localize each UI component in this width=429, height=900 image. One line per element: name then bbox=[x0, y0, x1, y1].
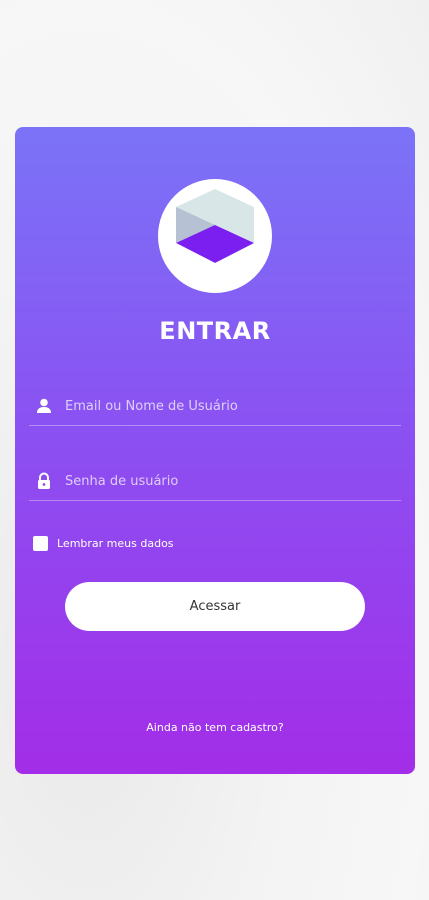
lock-icon bbox=[38, 472, 50, 489]
cube-logo-icon bbox=[176, 189, 254, 281]
page-title: ENTRAR bbox=[159, 317, 271, 345]
username-input[interactable] bbox=[65, 393, 385, 419]
remember-label: Lembrar meus dados bbox=[57, 536, 174, 550]
login-card: ENTRAR Lembrar meus dados Acessar Ainda … bbox=[15, 127, 415, 774]
password-input[interactable] bbox=[65, 468, 385, 494]
signup-link[interactable]: Ainda não tem cadastro? bbox=[15, 721, 415, 734]
password-field bbox=[29, 464, 401, 501]
remember-me[interactable]: Lembrar meus dados bbox=[33, 534, 174, 552]
app-logo bbox=[158, 179, 272, 293]
username-field bbox=[29, 389, 401, 426]
user-icon bbox=[37, 398, 51, 413]
remember-checkbox[interactable] bbox=[33, 535, 48, 551]
login-button[interactable]: Acessar bbox=[65, 582, 365, 631]
